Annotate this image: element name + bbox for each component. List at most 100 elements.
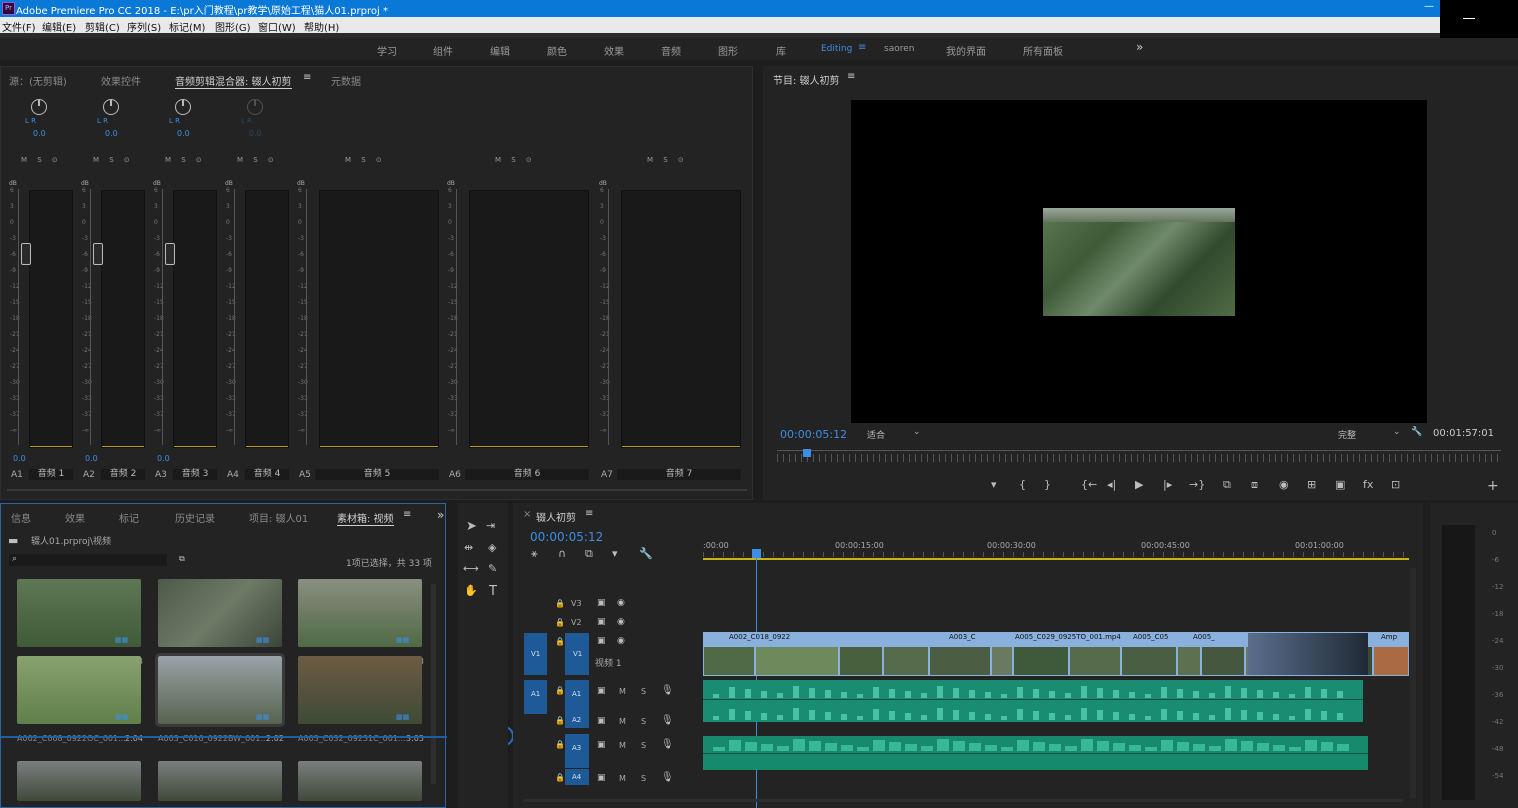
pan-value[interactable]: 0.0 [177,129,190,138]
more-tabs-icon[interactable]: » [437,508,444,522]
menu-clip[interactable]: 剪辑(C) [85,19,120,34]
pan-knob[interactable] [175,99,191,115]
mute-solo-record-buttons[interactable]: M S ⊙ [93,156,134,164]
mute-button[interactable]: M [619,741,626,750]
ripple-edit-tool-icon[interactable]: ⇹ [464,541,473,554]
workspace-effects[interactable]: 效果 [604,43,624,58]
fit-chevron-icon[interactable]: ⌄ [913,427,921,437]
track-name[interactable]: A3 [572,744,581,752]
sync-lock-icon[interactable]: ▣ [597,716,606,726]
timeline-timecode[interactable]: 00:00:05:12 [530,530,603,544]
add-button-icon[interactable]: + [1487,478,1499,494]
menu-help[interactable]: 帮助(H) [304,19,339,34]
quality-chevron-icon[interactable]: ⌄ [1393,427,1401,437]
sync-lock-icon[interactable]: ▣ [597,686,606,696]
clip-thumbnail[interactable] [17,761,141,801]
workspace-my[interactable]: 我的界面 [946,43,986,58]
pan-value[interactable]: 0.0 [105,129,118,138]
mute-solo-record-buttons[interactable]: M S ⊙ [495,156,536,164]
sync-lock-icon[interactable]: ▣ [597,617,606,627]
lock-icon[interactable]: 🔒 [555,773,565,782]
voiceover-mic-icon[interactable]: 🎙 [661,772,674,783]
voiceover-mic-icon[interactable]: 🎙 [661,739,674,750]
channel-name[interactable]: 音频 7 [617,469,741,480]
go-to-in-icon[interactable]: {← [1081,478,1097,491]
track-name[interactable]: V3 [571,599,582,608]
mute-button[interactable]: M [619,687,626,696]
program-playhead[interactable] [803,449,811,457]
more-workspaces-icon[interactable]: » [1136,40,1143,54]
gain-value[interactable]: 0.0 [85,454,98,463]
menu-marker[interactable]: 标记(M) [169,19,205,34]
wrench-icon[interactable]: 🔧 [1411,427,1422,437]
step-forward-icon[interactable]: |▸ [1163,478,1172,491]
track-name[interactable]: A2 [572,716,581,724]
lock-icon[interactable]: 🔒 [555,686,565,695]
program-scrub-bar[interactable] [777,450,1501,451]
gain-value[interactable]: 0.0 [13,454,26,463]
mute-button[interactable]: M [619,774,626,783]
work-area-bar[interactable] [703,558,1409,560]
lock-icon[interactable]: 🔒 [555,716,565,725]
workspace-all-panels[interactable]: 所有面板 [1023,43,1063,58]
solo-button[interactable]: S [641,717,646,726]
timeline-vscroll[interactable] [1410,568,1416,798]
vr-icon[interactable]: ⊡ [1391,478,1400,491]
lock-icon[interactable]: 🔒 [555,599,565,608]
fit-dropdown[interactable]: 适合 [867,428,885,441]
track-name[interactable]: A4 [572,773,581,781]
timeline-settings-icon[interactable]: 🔧 [639,547,653,560]
channel-name[interactable]: 音频 4 [245,469,289,480]
track-name[interactable]: V2 [571,618,582,627]
clip-thumbnail[interactable] [158,761,282,801]
lock-icon[interactable]: 🔒 [555,637,565,646]
timeline-menu-icon[interactable]: ≡ [585,508,593,519]
track-name[interactable]: A1 [572,690,581,698]
program-timecode[interactable]: 00:00:05:12 [780,428,847,441]
menu-window[interactable]: 窗口(W) [258,19,296,34]
volume-fader[interactable] [93,243,103,265]
volume-fader[interactable] [21,243,31,265]
lock-icon[interactable]: 🔒 [555,740,565,749]
extract-icon[interactable]: ⧈ [1251,478,1258,492]
mark-out-icon[interactable]: } [1044,478,1051,491]
tab-history[interactable]: 历史记录 [175,510,215,525]
channel-name[interactable]: 音频 3 [173,469,217,480]
program-video-frame[interactable] [851,100,1427,423]
menu-graphics[interactable]: 图形(G) [215,19,251,34]
comparison-view-icon[interactable]: ⊞ [1307,478,1316,491]
track-select-tool-icon[interactable]: ⇥ [486,519,495,532]
voiceover-mic-icon[interactable]: 🎙 [661,685,674,696]
tab-project[interactable]: 项目: 辍人01 [249,510,308,525]
go-to-out-icon[interactable]: →} [1189,478,1205,491]
step-back-icon[interactable]: ◂| [1107,478,1116,491]
workspace-library[interactable]: 库 [776,43,786,58]
mute-solo-record-buttons[interactable]: M S ⊙ [165,156,206,164]
workspace-color[interactable]: 颜色 [547,43,567,58]
hand-tool-icon[interactable]: ✋ [464,584,478,597]
sync-lock-icon[interactable]: ▣ [597,598,606,608]
safe-margins-icon[interactable]: ▣ [1335,478,1345,491]
workspace-menu-icon[interactable]: ≡ [858,42,866,53]
play-icon[interactable]: ▶ [1135,478,1143,491]
pan-value[interactable]: 0.0 [33,129,46,138]
workspace-audio[interactable]: 音频 [661,43,681,58]
linked-selection-icon[interactable]: ⧉ [585,547,593,561]
close-tab-icon[interactable]: × [523,509,531,520]
tab-info[interactable]: 信息 [11,510,31,525]
tab-markers[interactable]: 标记 [119,510,139,525]
eye-icon[interactable]: ◉ [617,617,625,627]
voiceover-mic-icon[interactable]: 🎙 [661,715,674,726]
slip-tool-icon[interactable]: ⟷ [463,562,479,575]
solo-button[interactable]: S [641,741,646,750]
mute-solo-record-buttons[interactable]: M S ⊙ [647,156,688,164]
quality-dropdown[interactable]: 完整 [1338,428,1356,441]
razor-tool-icon[interactable]: ◈ [488,541,496,554]
mute-solo-record-buttons[interactable]: M S ⊙ [237,156,278,164]
minimize-icon[interactable]: — [1424,1,1434,12]
mixer-scrollbar[interactable] [7,489,747,491]
selection-tool-icon[interactable]: ➤ [466,519,477,534]
workspace-learn[interactable]: 学习 [377,43,397,58]
pan-value[interactable]: 0.0 [249,129,262,138]
channel-name[interactable]: 音频 6 [465,469,589,480]
